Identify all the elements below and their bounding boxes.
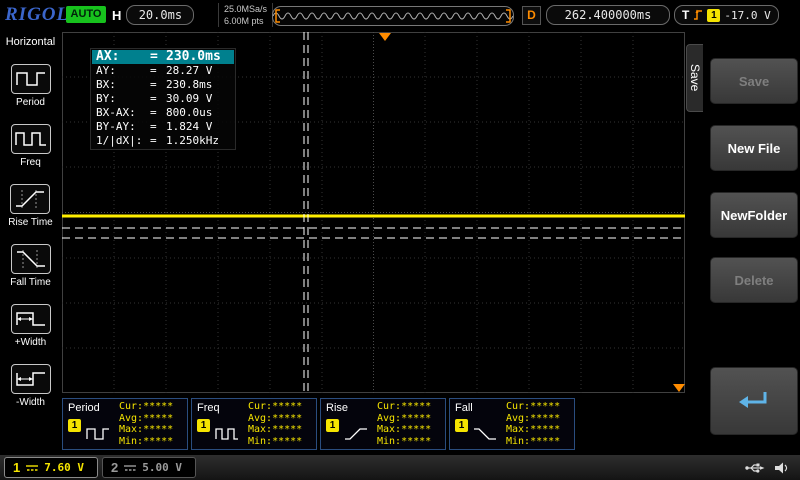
- cursor-row-ax: AX:=230.0ms: [92, 50, 234, 64]
- horizontal-scale-group[interactable]: H 20.0ms: [112, 5, 194, 25]
- rise-time-icon: [10, 184, 50, 214]
- delay-value: 262.400000ms: [546, 5, 670, 25]
- new-folder-button[interactable]: NewFolder: [710, 192, 798, 238]
- h-label: H: [112, 8, 121, 23]
- graticule: AX:=230.0ms AY:=28.27 V BX:=230.8ms BY:=…: [62, 32, 685, 393]
- save-menu: Save Save New File NewFolder Delete: [686, 30, 800, 455]
- cursor-row-inverse-dx: 1/|dX|:=1.250kHz: [92, 134, 234, 148]
- save-menu-tab: Save: [686, 44, 703, 112]
- cursor-row-ay: AY:=28.27 V: [92, 64, 234, 78]
- rigol-logo: RIGOL: [5, 4, 69, 26]
- sidebar-item-label: Rise Time: [8, 217, 52, 228]
- channel-1-status[interactable]: 1 7.60 V: [4, 457, 98, 478]
- trigger-status-group[interactable]: T 1 -17.0 V: [674, 5, 779, 25]
- measurement-period[interactable]: Period 1 Cur:***** Avg:***** Max:***** M…: [62, 398, 188, 450]
- sidebar-item-label: Freq: [20, 157, 41, 168]
- freq-waveform-icon: [214, 425, 240, 443]
- trigger-edge-icon: [693, 8, 703, 22]
- sidebar-item-label: Period: [16, 97, 45, 108]
- back-button[interactable]: [710, 367, 798, 435]
- freq-icon: [11, 124, 51, 154]
- cursor-row-by-ay: BY-AY:=1.824 V: [92, 120, 234, 134]
- channel-number: 2: [111, 460, 118, 475]
- channel-scale: 7.60 V: [44, 461, 84, 474]
- delay-label: D: [522, 6, 541, 25]
- dc-coupling-icon: [25, 463, 39, 473]
- trigger-label: T: [682, 8, 689, 22]
- cursor-row-bx-ax: BX-AX:=800.0us: [92, 106, 234, 120]
- cursor-readout-panel: AX:=230.0ms AY:=28.27 V BX:=230.8ms BY:=…: [90, 48, 236, 150]
- save-button[interactable]: Save: [710, 58, 798, 104]
- fall-time-icon: [11, 244, 51, 274]
- channel-badge: 1: [197, 419, 210, 432]
- fall-waveform-icon: [472, 425, 498, 443]
- trigger-delay-group[interactable]: D 262.400000ms: [522, 5, 670, 25]
- cursor-row-bx: BX:=230.8ms: [92, 78, 234, 92]
- sidebar-item-freq[interactable]: Freq: [11, 124, 51, 168]
- sidebar-item-label: -Width: [16, 397, 45, 408]
- measurement-fall[interactable]: Fall 1 Cur:***** Avg:***** Max:***** Min…: [449, 398, 575, 450]
- status-icons: [744, 461, 790, 475]
- channel-badge: 1: [326, 419, 339, 432]
- sidebar-item-label: +Width: [15, 337, 46, 348]
- preview-waveform-icon: [273, 8, 513, 24]
- measurement-rise[interactable]: Rise 1 Cur:***** Avg:***** Max:***** Min…: [320, 398, 446, 450]
- new-file-button[interactable]: New File: [710, 125, 798, 171]
- channel-2-status[interactable]: 2 5.00 V: [102, 457, 196, 478]
- trigger-level-value: -17.0 V: [724, 9, 770, 22]
- sidebar-item-fall-time[interactable]: Fall Time: [10, 244, 51, 288]
- top-status-bar: RIGOL AUTO H 20.0ms 25.0MSa/s 6.00M pts …: [0, 0, 800, 30]
- trigger-level-offscreen-marker[interactable]: [673, 384, 685, 392]
- period-waveform-icon: [85, 425, 111, 443]
- period-icon: [11, 64, 51, 94]
- channel-badge: 1: [68, 419, 81, 432]
- measurement-row: Period 1 Cur:***** Avg:***** Max:***** M…: [62, 398, 575, 450]
- left-menu-title: Horizontal: [6, 36, 56, 48]
- oscilloscope-screen: RIGOL AUTO H 20.0ms 25.0MSa/s 6.00M pts …: [0, 0, 800, 480]
- rise-waveform-icon: [343, 425, 369, 443]
- trigger-source-badge: 1: [707, 9, 720, 22]
- channel-badge: 1: [455, 419, 468, 432]
- sidebar-item-rise-time[interactable]: Rise Time: [8, 184, 52, 228]
- minus-width-icon: [11, 364, 51, 394]
- trigger-position-marker[interactable]: [379, 33, 391, 41]
- usb-icon: [744, 461, 765, 475]
- channel-scale: 5.00 V: [142, 461, 182, 474]
- timebase-value: 20.0ms: [126, 5, 194, 25]
- cursor-row-by: BY:=30.09 V: [92, 92, 234, 106]
- horizontal-measure-menu: Horizontal Period Freq Rise Time: [0, 30, 61, 455]
- measurement-freq[interactable]: Freq 1 Cur:***** Avg:***** Max:***** Min…: [191, 398, 317, 450]
- channel-number: 1: [13, 460, 20, 475]
- dc-coupling-icon: [123, 463, 137, 473]
- run-state-badge[interactable]: AUTO: [66, 6, 106, 23]
- speaker-icon[interactable]: [774, 461, 790, 475]
- sidebar-item-plus-width[interactable]: +Width: [11, 304, 51, 348]
- sidebar-item-label: Fall Time: [10, 277, 51, 288]
- plus-width-icon: [11, 304, 51, 334]
- sample-rate: 25.0MSa/s: [224, 3, 267, 15]
- sidebar-item-period[interactable]: Period: [11, 64, 51, 108]
- memory-depth: 6.00M pts: [224, 15, 267, 27]
- memory-waveform-preview[interactable]: [272, 6, 514, 26]
- return-arrow-icon: [734, 386, 774, 416]
- sidebar-item-minus-width[interactable]: -Width: [11, 364, 51, 408]
- acquisition-info: 25.0MSa/s 6.00M pts: [218, 3, 273, 27]
- bottom-status-bar: 1 7.60 V 2 5.00 V: [0, 455, 800, 480]
- delete-button[interactable]: Delete: [710, 257, 798, 303]
